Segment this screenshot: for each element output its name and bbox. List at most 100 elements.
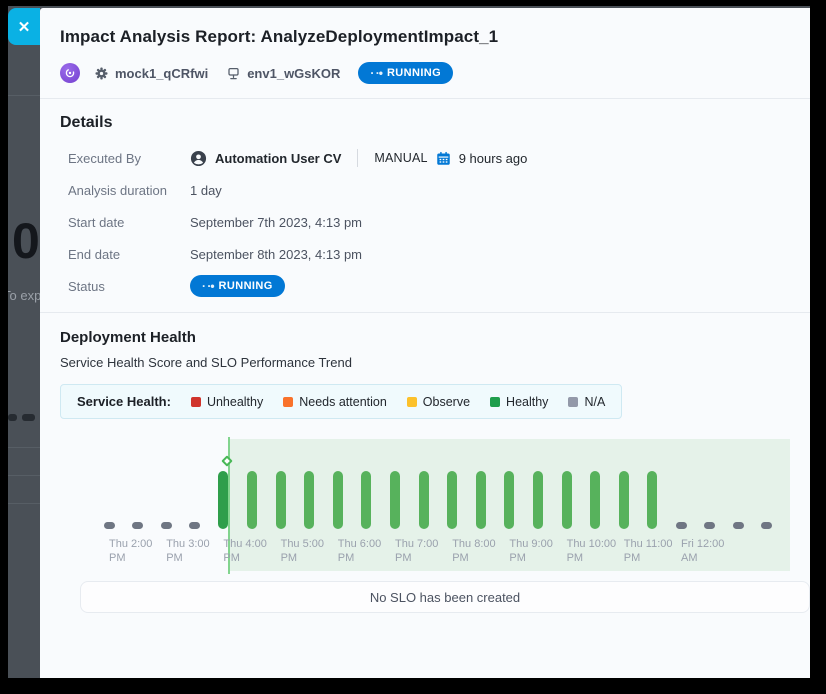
x-axis-label-time: Thu 4:00 [223,537,266,551]
x-axis-label-time: Thu 5:00 [281,537,324,551]
x-axis-label-meridiem: PM [509,551,552,565]
health-score-bar[interactable] [304,471,314,529]
legend-swatch [568,397,578,407]
service-health-legend: Service Health: Unhealthy Needs attentio… [60,384,622,419]
legend-swatch [191,397,201,407]
health-score-bar[interactable] [276,471,286,529]
health-chart: Thu 2:00 PM Thu 3:00 PM Thu 4:00 PM Thu … [60,429,790,577]
legend-item: N/A [568,395,605,409]
health-score-bar[interactable] [247,471,257,529]
health-score-bar[interactable] [189,522,200,529]
x-axis-label: Thu 2:00 PM [109,537,152,565]
health-score-bar[interactable] [704,522,715,529]
health-score-bar[interactable] [132,522,143,529]
x-axis-label-time: Thu 8:00 [452,537,495,551]
x-axis-label: Thu 10:00 PM [567,537,617,565]
health-score-bar[interactable] [733,522,744,529]
legend-item: Observe [407,395,470,409]
drawer-header: Impact Analysis Report: AnalyzeDeploymen… [40,8,810,99]
monitored-service-icon [64,67,76,79]
x-axis-label-meridiem: AM [681,551,724,565]
deployment-health-section: Deployment Health Service Health Score a… [40,313,810,613]
x-axis-label: Thu 11:00 PM [624,537,673,565]
x-axis-label: Thu 4:00 PM [223,537,266,565]
x-axis-label-time: Thu 2:00 [109,537,152,551]
environment-meta[interactable]: env1_wGsKOR [226,66,340,81]
health-score-bar[interactable] [619,471,629,529]
health-score-bar[interactable] [533,471,543,529]
detail-row: End date September 8th 2023, 4:13 pm [60,238,786,270]
health-score-bar[interactable] [504,471,514,529]
detail-label: Start date [68,215,190,230]
x-axis-label: Thu 8:00 PM [452,537,495,565]
detail-value: September 8th 2023, 4:13 pm [190,247,362,262]
x-axis-label-time: Thu 6:00 [338,537,381,551]
x-axis-label: Fri 12:00 AM [681,537,724,565]
slo-empty-message: No SLO has been created [370,590,520,605]
health-score-bar[interactable] [761,522,772,529]
deployment-health-subtitle: Service Health Score and SLO Performance… [60,355,786,370]
health-score-bar[interactable] [333,471,343,529]
x-axis-label-meridiem: PM [281,551,324,565]
close-button[interactable]: ✕ [8,8,40,45]
service-meta[interactable]: mock1_qCRfwi [94,66,208,81]
details-section: Details Executed By Automation User CV M… [40,99,810,313]
detail-value: 1 day [190,183,222,198]
backdrop-metric-value: 0 [12,212,39,270]
status-badge-label: RUNNING [387,67,441,79]
trigger-type: MANUAL [374,151,427,165]
environment-icon [226,66,241,81]
executed-time-ago: 9 hours ago [459,151,528,166]
legend-swatch [283,397,293,407]
health-score-bar[interactable] [447,471,457,529]
close-icon: ✕ [18,18,31,36]
x-axis-label-time: Thu 7:00 [395,537,438,551]
health-score-bar[interactable] [161,522,172,529]
x-axis-label-meridiem: PM [395,551,438,565]
deployment-health-heading: Deployment Health [60,329,786,346]
x-axis-label: Thu 6:00 PM [338,537,381,565]
health-score-bar[interactable] [218,471,228,529]
x-axis-label-meridiem: PM [109,551,152,565]
x-axis-label-time: Thu 3:00 [166,537,209,551]
detail-row: Analysis duration 1 day [60,174,786,206]
health-score-bar[interactable] [104,522,115,529]
detail-row: Start date September 7th 2023, 4:13 pm [60,206,786,238]
impact-analysis-drawer: Impact Analysis Report: AnalyzeDeploymen… [40,8,810,678]
health-score-bar[interactable] [390,471,400,529]
health-score-bar[interactable] [562,471,572,529]
vertical-divider [357,149,358,167]
health-score-bar[interactable] [647,471,657,529]
x-axis-label-meridiem: PM [338,551,381,565]
details-heading: Details [60,114,786,132]
detail-label: Analysis duration [68,183,190,198]
health-score-bar[interactable] [676,522,687,529]
x-axis-label-meridiem: PM [567,551,617,565]
x-axis-label-time: Fri 12:00 [681,537,724,551]
detail-label: End date [68,247,190,262]
calendar-icon [436,151,451,166]
x-axis-label: Thu 3:00 PM [166,537,209,565]
detail-row-executed-by: Executed By Automation User CV MANUAL [60,142,786,174]
health-score-bar[interactable] [361,471,371,529]
gear-icon [94,66,109,81]
legend-title: Service Health: [77,394,171,409]
legend-label: Healthy [506,395,548,409]
x-axis-label: Thu 9:00 PM [509,537,552,565]
running-pulse-icon: · ·• [202,279,214,293]
environment-name: env1_wGsKOR [247,66,340,81]
health-score-bar[interactable] [476,471,486,529]
backdrop-icon [8,414,17,421]
x-axis-label-meridiem: PM [166,551,209,565]
detail-row-status: Status · ·• RUNNING [60,270,786,302]
status-badge: · ·• RUNNING [190,275,285,297]
legend-item: Healthy [490,395,548,409]
health-score-bar[interactable] [590,471,600,529]
backdrop-icon [22,414,35,421]
x-axis-label: Thu 7:00 PM [395,537,438,565]
status-badge-label: RUNNING [219,280,273,292]
detail-value: September 7th 2023, 4:13 pm [190,215,362,230]
x-axis-label-time: Thu 10:00 [567,537,617,551]
x-axis-label-time: Thu 11:00 [624,537,673,551]
health-score-bar[interactable] [419,471,429,529]
